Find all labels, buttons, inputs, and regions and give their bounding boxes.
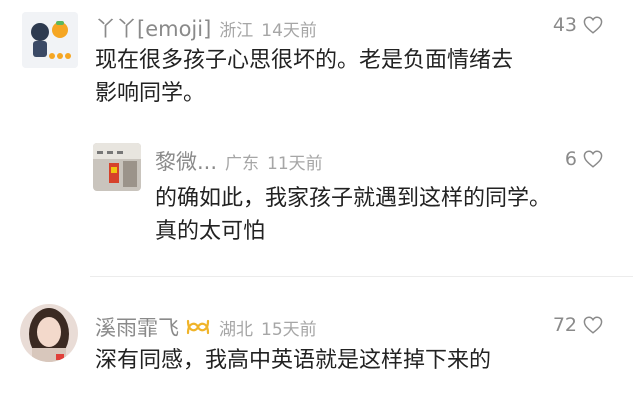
username[interactable]: 丫丫[emoji] bbox=[95, 13, 211, 43]
comment-text: 现在很多孩子心思很坏的。老是负面情绪去 影响同学。 bbox=[95, 44, 615, 110]
comment-text-line: 现在很多孩子心思很坏的。老是负面情绪去 bbox=[95, 48, 514, 73]
reply-location: 广东 bbox=[225, 154, 260, 174]
comment-text-line: 影响同学。 bbox=[95, 81, 206, 106]
reply-username[interactable]: 黎微... bbox=[155, 146, 217, 176]
like-button[interactable]: 43 bbox=[553, 14, 603, 36]
timestamp: 15天前 bbox=[261, 320, 317, 340]
reply-like-count: 6 bbox=[564, 148, 577, 170]
reply-avatar[interactable] bbox=[93, 143, 141, 191]
reply-timestamp: 11天前 bbox=[267, 154, 323, 174]
comment-text: 深有同感，我高中英语就是这样掉下来的 bbox=[95, 344, 615, 377]
avatar[interactable] bbox=[20, 304, 78, 362]
heart-icon bbox=[583, 150, 603, 168]
comment-text-line: 深有同感，我高中英语就是这样掉下来的 bbox=[95, 348, 492, 373]
heart-icon bbox=[583, 16, 603, 34]
comment-item: 丫丫[emoji] 浙江 14天前 43 现在很多孩子心思很坏的。老是负面情绪去… bbox=[0, 0, 633, 270]
reply-text-line: 真的太可怕 bbox=[155, 219, 266, 244]
like-count: 43 bbox=[552, 14, 577, 36]
reply-like-button[interactable]: 6 bbox=[565, 148, 603, 170]
username[interactable]: 溪雨霏飞 bbox=[95, 312, 179, 342]
timestamp: 14天前 bbox=[261, 21, 317, 41]
comment-meta: 溪雨霏飞 湖北 15天前 bbox=[95, 312, 317, 342]
heart-icon bbox=[583, 316, 603, 334]
double-loop-badge-icon bbox=[186, 319, 210, 335]
reply-meta: 黎微... 广东 11天前 bbox=[155, 146, 323, 176]
avatar[interactable] bbox=[22, 12, 78, 68]
location: 湖北 bbox=[219, 320, 253, 340]
like-button[interactable]: 72 bbox=[553, 314, 603, 336]
like-count: 72 bbox=[552, 314, 577, 336]
comment-item: 溪雨霏飞 湖北 15天前 72 深有同感，我高中英语就是这样掉下来的 bbox=[0, 290, 633, 404]
reply-text-line: 的确如此，我家孩子就遇到这样的同学。 bbox=[155, 186, 552, 211]
reply-text: 的确如此，我家孩子就遇到这样的同学。 真的太可怕 bbox=[155, 182, 625, 248]
divider bbox=[90, 276, 633, 277]
location: 浙江 bbox=[219, 21, 254, 41]
comment-meta: 丫丫[emoji] 浙江 14天前 bbox=[95, 13, 317, 43]
